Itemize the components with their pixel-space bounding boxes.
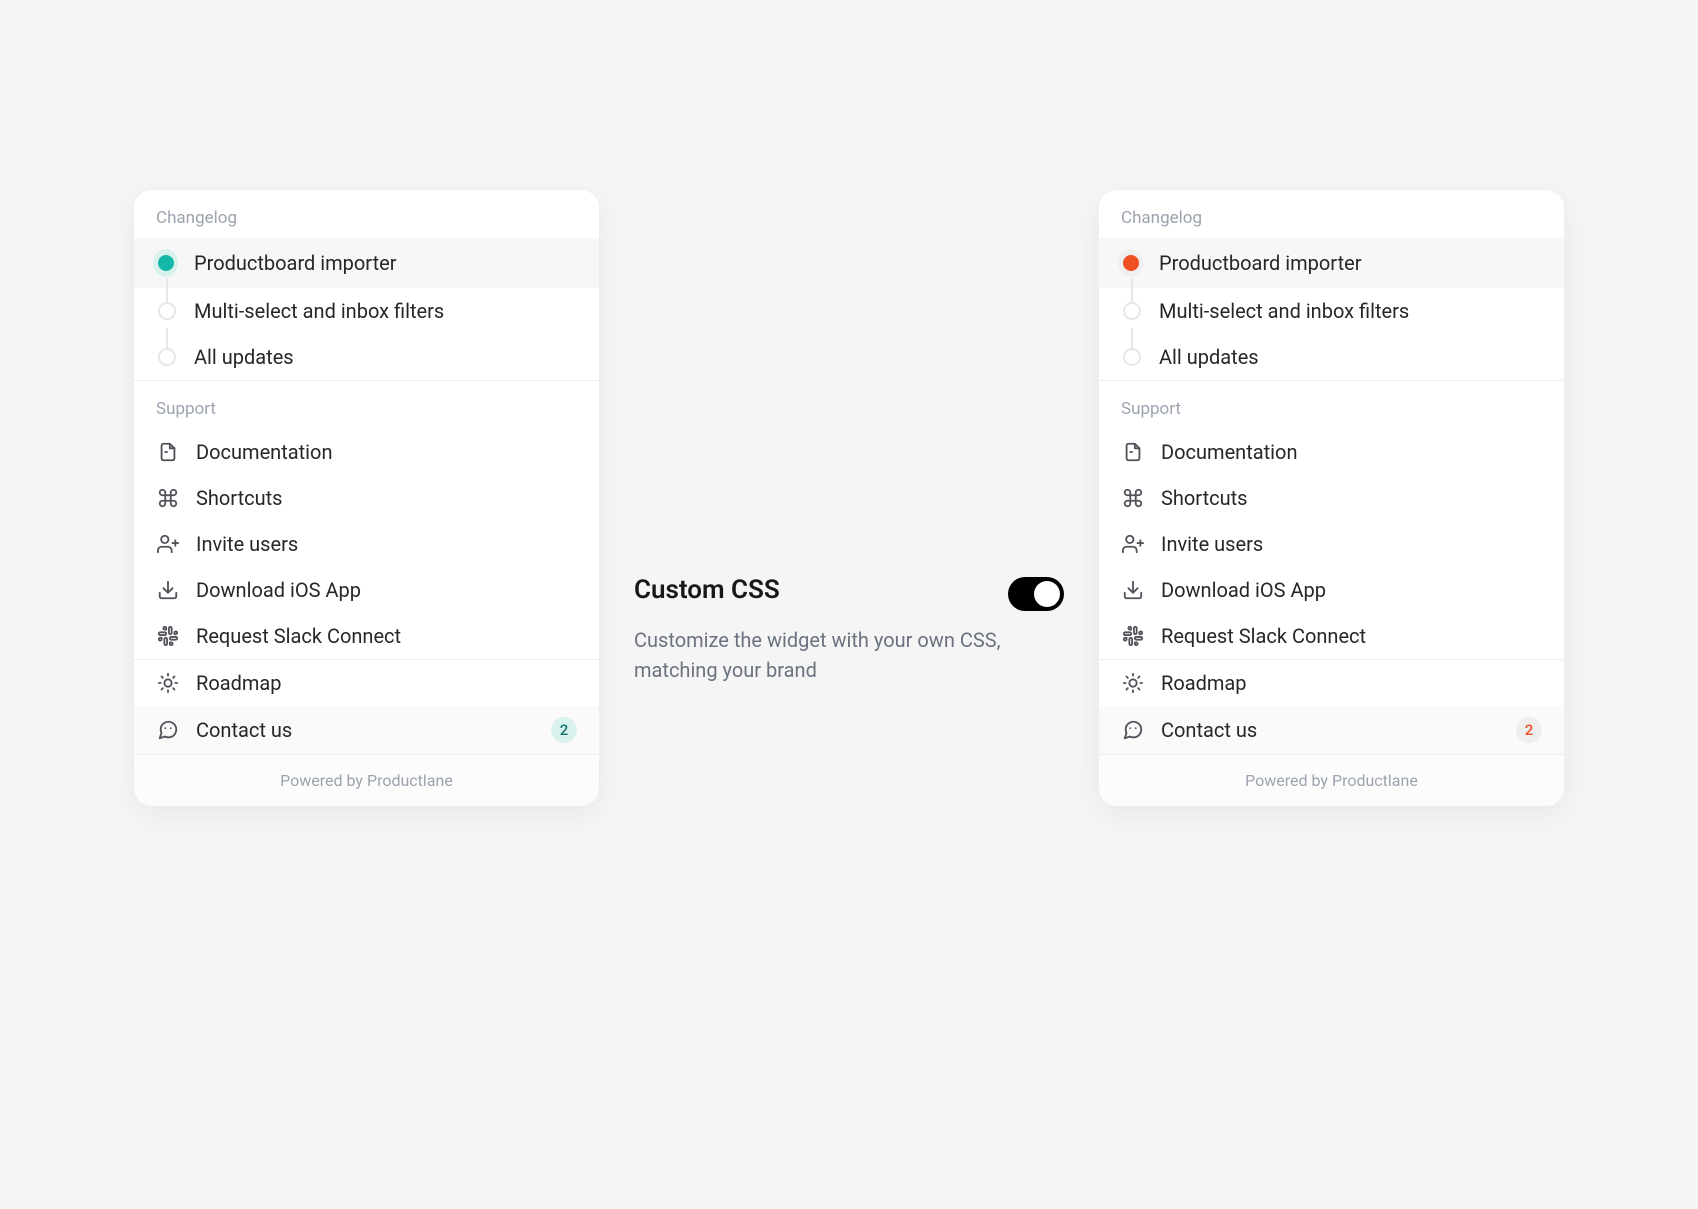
user-plus-icon xyxy=(1121,532,1145,556)
slack-icon xyxy=(1121,624,1145,648)
support-item[interactable]: Documentation xyxy=(1099,429,1564,475)
support-item-label: Invite users xyxy=(196,532,577,556)
status-dot xyxy=(156,249,178,277)
support-label: Support xyxy=(1099,381,1564,429)
changelog-item-label: Productboard importer xyxy=(1159,251,1542,275)
command-icon xyxy=(1121,486,1145,510)
badge-count: 2 xyxy=(1516,717,1542,743)
status-dot xyxy=(1121,302,1143,320)
support-item-label: Shortcuts xyxy=(196,486,577,510)
changelog-item-label: Productboard importer xyxy=(194,251,577,275)
support-list: Documentation Shortcuts Invite users Dow… xyxy=(134,429,599,659)
support-item-label: Request Slack Connect xyxy=(196,624,577,648)
footer-list: Roadmap Contact us 2 xyxy=(1099,660,1564,754)
support-item[interactable]: Request Slack Connect xyxy=(1099,613,1564,659)
changelog-label: Changelog xyxy=(134,190,599,238)
center-column: Custom CSS Customize the widget with you… xyxy=(634,190,1064,685)
center-title: Custom CSS xyxy=(634,575,780,605)
status-dot xyxy=(1121,348,1143,366)
status-dot xyxy=(156,302,178,320)
chat-icon xyxy=(1121,718,1145,742)
support-item-label: Shortcuts xyxy=(1161,486,1542,510)
footer-item-label: Roadmap xyxy=(196,671,577,695)
support-item[interactable]: Download iOS App xyxy=(134,567,599,613)
contact-us-item[interactable]: Contact us 2 xyxy=(1099,706,1564,754)
changelog-item[interactable]: Productboard importer xyxy=(134,238,599,288)
support-list: Documentation Shortcuts Invite users Dow… xyxy=(1099,429,1564,659)
footer-list: Roadmap Contact us 2 xyxy=(134,660,599,754)
changelog-item[interactable]: Productboard importer xyxy=(1099,238,1564,288)
status-dot xyxy=(156,348,178,366)
toggle-knob xyxy=(1034,581,1060,607)
support-item[interactable]: Invite users xyxy=(1099,521,1564,567)
support-item-label: Invite users xyxy=(1161,532,1542,556)
changelog-item[interactable]: Multi-select and inbox filters xyxy=(134,288,599,334)
footer-item-label: Contact us xyxy=(196,718,535,742)
widget-left: Changelog Productboard importer Multi-se… xyxy=(134,190,599,806)
download-icon xyxy=(1121,578,1145,602)
changelog-item[interactable]: Multi-select and inbox filters xyxy=(1099,288,1564,334)
command-icon xyxy=(156,486,180,510)
powered-by: Powered by Productlane xyxy=(1099,754,1564,806)
support-item[interactable]: Shortcuts xyxy=(1099,475,1564,521)
sun-icon xyxy=(156,671,180,695)
badge-count: 2 xyxy=(551,717,577,743)
changelog-item[interactable]: All updates xyxy=(1099,334,1564,380)
roadmap-item[interactable]: Roadmap xyxy=(134,660,599,706)
support-item[interactable]: Invite users xyxy=(134,521,599,567)
footer-item-label: Roadmap xyxy=(1161,671,1542,695)
center-description: Customize the widget with your own CSS, … xyxy=(634,625,1064,685)
support-item[interactable]: Request Slack Connect xyxy=(134,613,599,659)
changelog-item-label: All updates xyxy=(194,345,577,369)
changelog-item-label: Multi-select and inbox filters xyxy=(1159,299,1542,323)
changelog-list: Productboard importer Multi-select and i… xyxy=(134,238,599,380)
support-item[interactable]: Download iOS App xyxy=(1099,567,1564,613)
changelog-item-label: Multi-select and inbox filters xyxy=(194,299,577,323)
sun-icon xyxy=(1121,671,1145,695)
slack-icon xyxy=(156,624,180,648)
widget-right: Changelog Productboard importer Multi-se… xyxy=(1099,190,1564,806)
support-item-label: Download iOS App xyxy=(196,578,577,602)
support-item-label: Documentation xyxy=(196,440,577,464)
support-item[interactable]: Documentation xyxy=(134,429,599,475)
chat-icon xyxy=(156,718,180,742)
support-item-label: Documentation xyxy=(1161,440,1542,464)
custom-css-toggle[interactable] xyxy=(1008,577,1064,611)
download-icon xyxy=(156,578,180,602)
changelog-item[interactable]: All updates xyxy=(134,334,599,380)
file-icon xyxy=(156,440,180,464)
footer-item-label: Contact us xyxy=(1161,718,1500,742)
status-dot xyxy=(1121,249,1143,277)
changelog-label: Changelog xyxy=(1099,190,1564,238)
powered-by: Powered by Productlane xyxy=(134,754,599,806)
file-icon xyxy=(1121,440,1145,464)
changelog-item-label: All updates xyxy=(1159,345,1542,369)
user-plus-icon xyxy=(156,532,180,556)
support-label: Support xyxy=(134,381,599,429)
roadmap-item[interactable]: Roadmap xyxy=(1099,660,1564,706)
support-item-label: Request Slack Connect xyxy=(1161,624,1542,648)
support-item-label: Download iOS App xyxy=(1161,578,1542,602)
support-item[interactable]: Shortcuts xyxy=(134,475,599,521)
changelog-list: Productboard importer Multi-select and i… xyxy=(1099,238,1564,380)
contact-us-item[interactable]: Contact us 2 xyxy=(134,706,599,754)
